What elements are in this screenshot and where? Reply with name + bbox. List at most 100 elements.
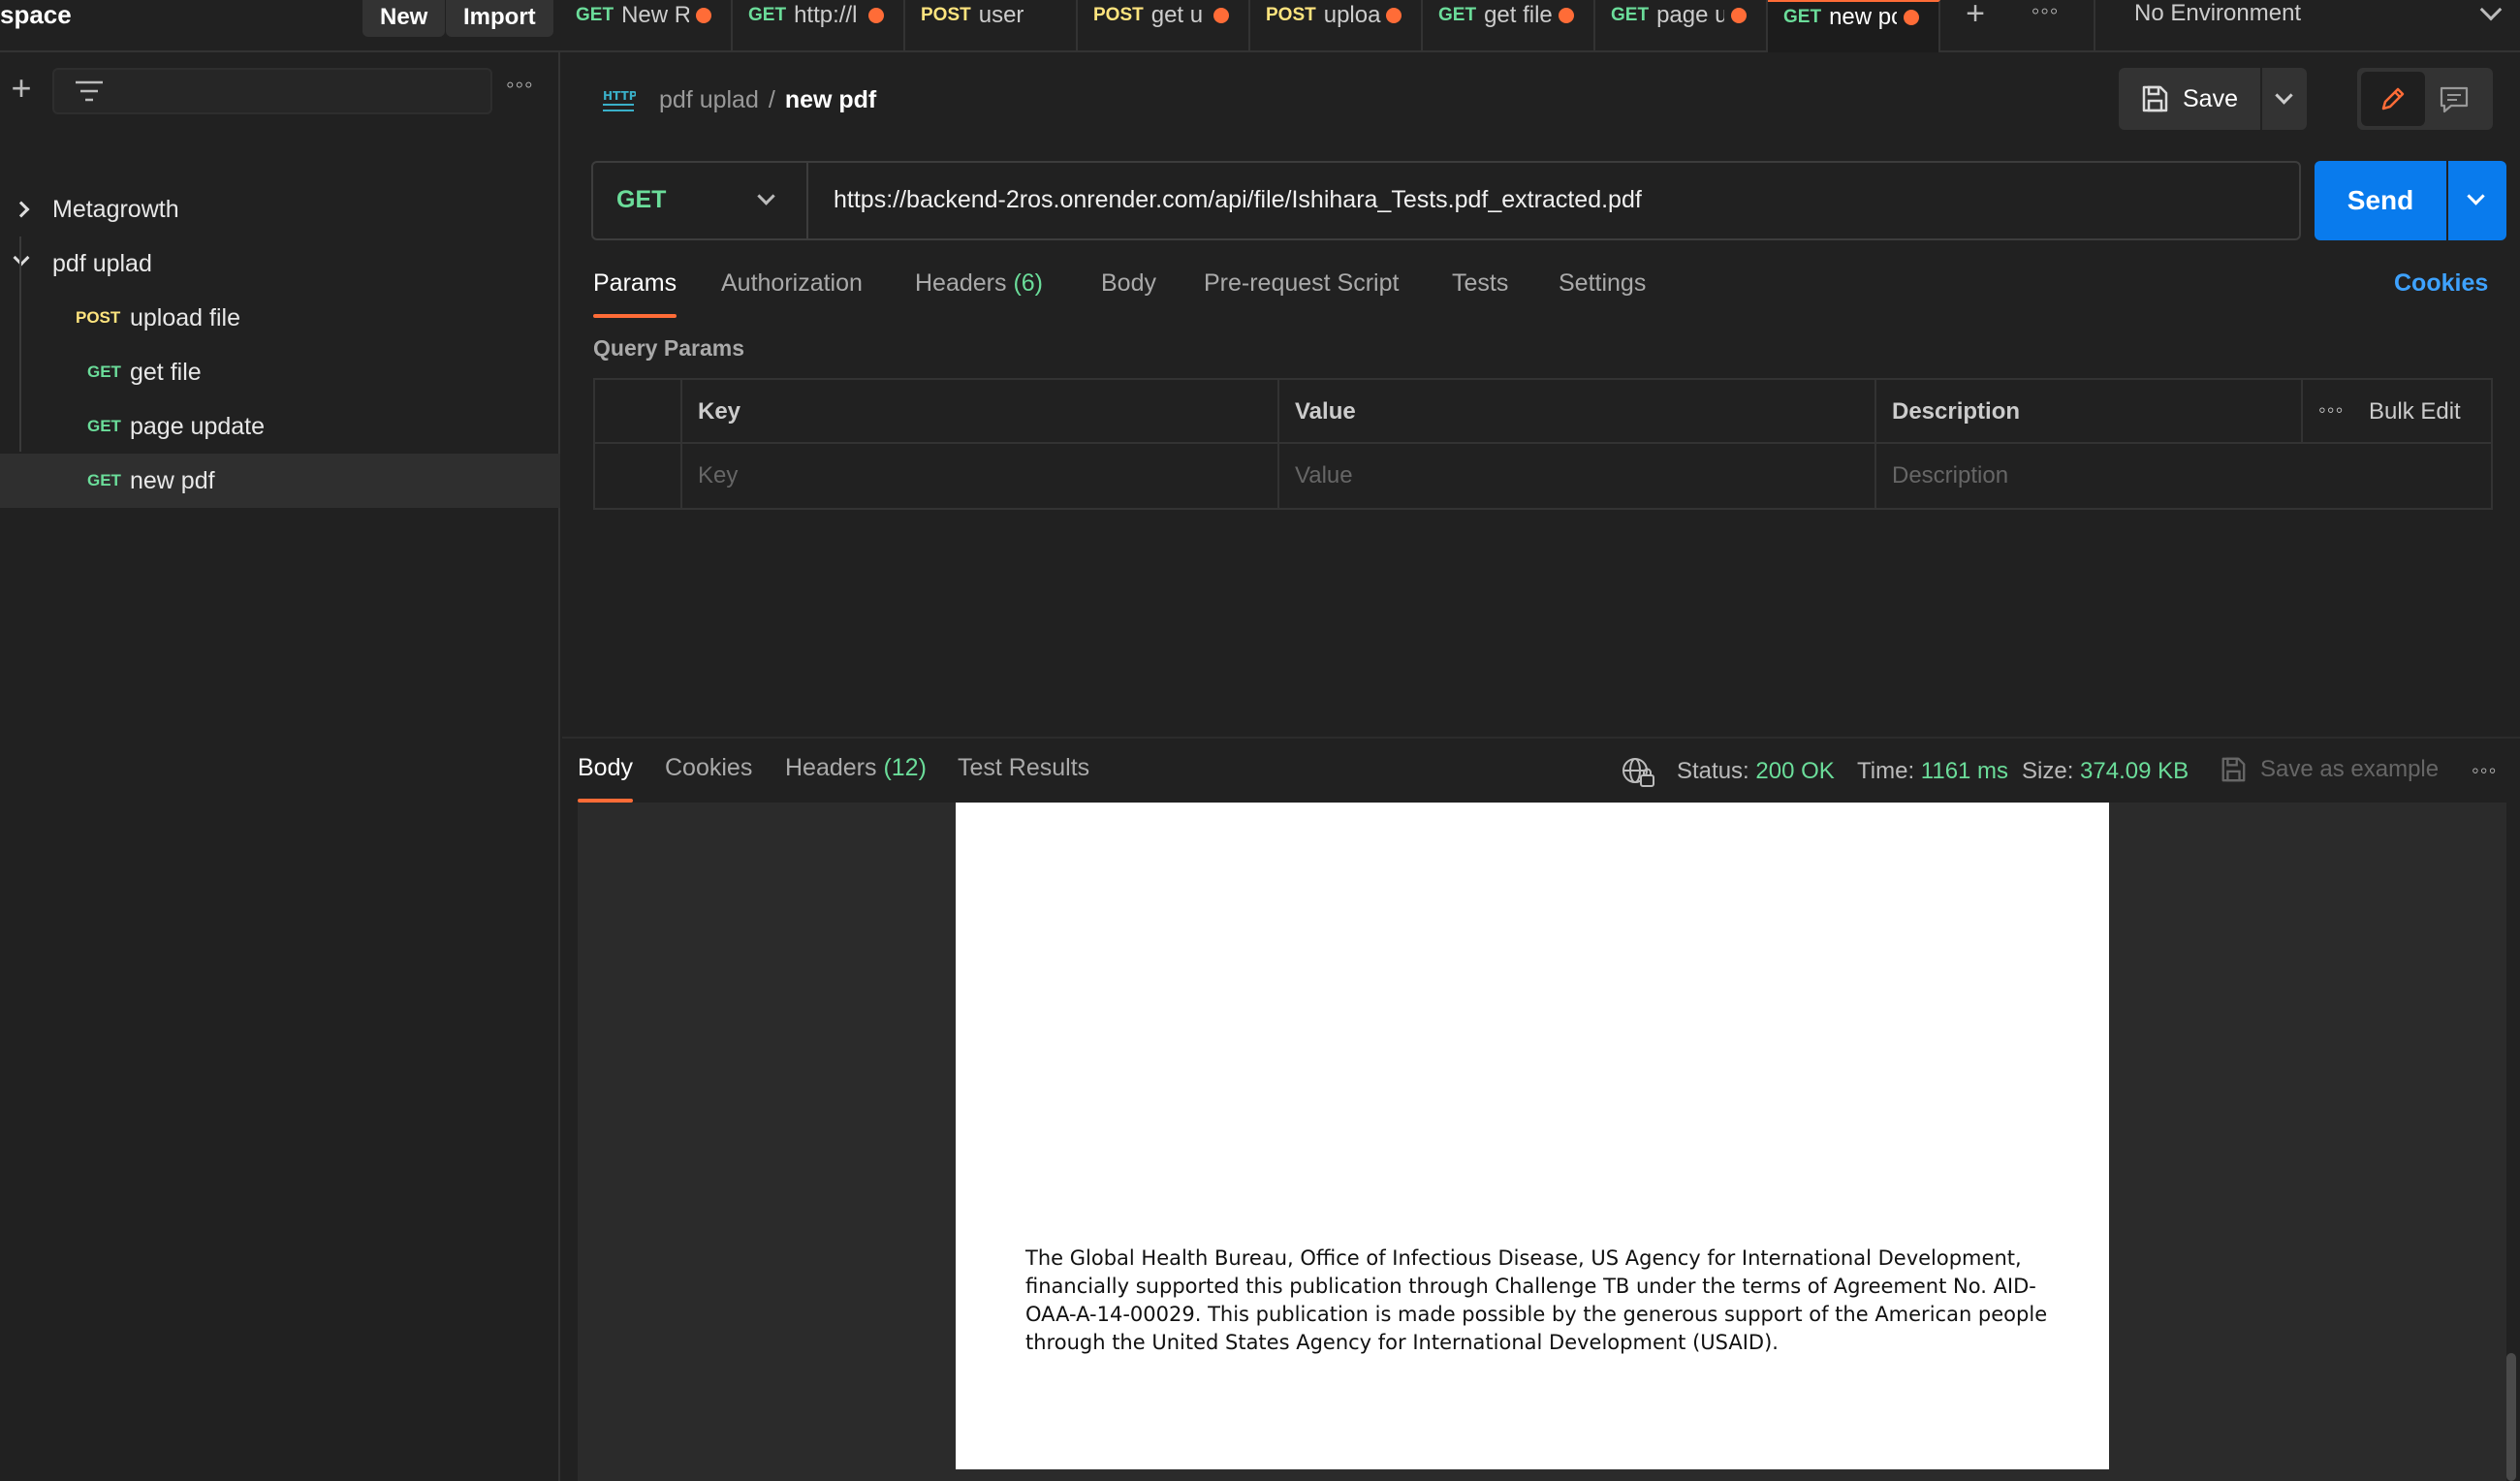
response-more-icon[interactable]: ◦◦◦	[2472, 758, 2497, 783]
value-input[interactable]: Value	[1279, 444, 1876, 508]
chevron-down-icon	[2467, 187, 2485, 205]
pdf-page: The Global Health Bureau, Office of Infe…	[956, 803, 2109, 1469]
tab-request[interactable]: POST uploa	[1250, 0, 1423, 52]
tab-response-cookies[interactable]: Cookies	[665, 754, 752, 803]
tab-body[interactable]: Body	[1101, 269, 1156, 318]
breadcrumb: pdf uplad / new pdf	[659, 83, 876, 116]
breadcrumb-collection[interactable]: pdf uplad	[659, 86, 759, 113]
pencil-icon	[2381, 87, 2405, 110]
add-collection-plus-icon[interactable]: +	[4, 71, 39, 107]
breadcrumb-request-name[interactable]: new pdf	[785, 86, 876, 113]
table-header-row: Key Value Description ◦◦◦ Bulk Edit	[595, 380, 2491, 444]
tab-request[interactable]: GET page u	[1595, 0, 1768, 52]
environment-selector[interactable]: No Environment	[2094, 0, 2520, 52]
response-headers-count: (12)	[883, 754, 927, 781]
chevron-down-icon	[2275, 86, 2293, 105]
request-method: GET	[87, 362, 121, 381]
chevron-down-icon	[757, 187, 775, 205]
globe-lock-icon[interactable]	[1621, 756, 1655, 789]
sidebar-item-upload-file[interactable]: POST upload file	[0, 291, 560, 345]
unsaved-dot-icon	[868, 8, 884, 23]
save-icon	[2221, 757, 2246, 782]
tab-request[interactable]: POST user	[905, 0, 1078, 52]
tab-settings[interactable]: Settings	[1559, 269, 1646, 318]
status-value: 200 OK	[1755, 758, 1835, 784]
tab-method: POST	[921, 5, 971, 25]
new-button[interactable]: New	[362, 0, 446, 37]
method-select[interactable]: GET	[593, 163, 808, 238]
query-params-table: Key Value Description ◦◦◦ Bulk Edit Key …	[593, 378, 2493, 510]
tab-name: http://l	[794, 2, 858, 28]
tab-params[interactable]: Params	[593, 269, 677, 318]
tab-name: user	[978, 2, 1024, 28]
scrollbar-thumb[interactable]	[2506, 1353, 2516, 1481]
status-label: Status:	[1677, 758, 1749, 784]
send-dropdown-button[interactable]	[2448, 161, 2506, 240]
request-tabs: GET New R GET http://l POST user POST get u …	[560, 0, 1940, 52]
tab-request-active[interactable]: GET new pc	[1768, 0, 1940, 52]
unsaved-dot-icon	[1213, 8, 1229, 23]
table-more-icon[interactable]: ◦◦◦	[2318, 380, 2344, 440]
response-status: Status: 200 OK	[1677, 758, 1835, 785]
column-header-key: Key	[682, 380, 1279, 444]
tab-name: get file	[1484, 2, 1553, 28]
size-value: 374.09 KB	[2080, 758, 2189, 784]
table-row: Key Value Description	[595, 444, 2491, 508]
sidebar-item-get-file[interactable]: GET get file	[0, 345, 560, 399]
svg-text:HTTP: HTTP	[603, 89, 636, 103]
tabs-more-icon[interactable]: ◦◦◦	[2026, 0, 2064, 31]
column-header-description: Description	[1876, 380, 2303, 444]
time-value: 1161 ms	[1920, 758, 2009, 784]
pane-divider[interactable]	[562, 737, 2520, 739]
collection-metagrowth[interactable]: Metagrowth	[0, 182, 560, 236]
sidebar-more-icon[interactable]: ◦◦◦	[506, 72, 534, 99]
tab-headers[interactable]: Headers (6)	[915, 269, 1043, 318]
unsaved-dot-icon	[1559, 8, 1574, 23]
row-checkbox-cell	[595, 444, 682, 508]
collection-pdf-uplad[interactable]: pdf uplad	[0, 236, 560, 291]
import-button[interactable]: Import	[446, 0, 553, 37]
tab-authorization[interactable]: Authorization	[721, 269, 863, 318]
url-input[interactable]: https://backend-2ros.onrender.com/api/fi…	[834, 186, 1642, 214]
tab-name: uploa	[1323, 2, 1381, 28]
chevron-down-icon	[2479, 0, 2503, 21]
chevron-right-icon	[13, 201, 30, 218]
save-dropdown-button[interactable]	[2262, 68, 2307, 130]
sidebar-item-new-pdf[interactable]: GET new pdf	[0, 454, 560, 508]
workspace-title: space	[0, 0, 72, 29]
send-button[interactable]: Send	[2315, 161, 2446, 240]
comment-icon[interactable]	[2439, 85, 2470, 114]
chevron-down-icon	[13, 249, 30, 267]
save-label: Save	[2183, 84, 2238, 112]
tab-method: GET	[1611, 5, 1650, 25]
save-as-example-button[interactable]: Save as example	[2220, 756, 2439, 783]
tab-response-headers[interactable]: Headers (12)	[785, 754, 927, 803]
tab-test-results[interactable]: Test Results	[958, 754, 1089, 803]
sidebar: + ◦◦◦ Metagrowth pdf uplad POST upload f…	[0, 52, 560, 1481]
tab-method: GET	[1783, 7, 1822, 27]
bulk-edit-button[interactable]: Bulk Edit	[2369, 380, 2461, 444]
tab-response-body[interactable]: Body	[578, 754, 633, 803]
description-input[interactable]: Description	[1876, 444, 2491, 508]
tab-request[interactable]: GET get file	[1423, 0, 1595, 52]
tab-method: POST	[1266, 5, 1316, 25]
tab-name: New R	[621, 2, 690, 28]
tab-tests[interactable]: Tests	[1452, 269, 1508, 318]
sidebar-item-page-update[interactable]: GET page update	[0, 399, 560, 454]
tab-method: GET	[748, 5, 787, 25]
tab-request[interactable]: GET http://l	[733, 0, 905, 52]
sidebar-filter-input[interactable]	[52, 68, 492, 114]
new-tab-plus-icon[interactable]: +	[1948, 0, 2002, 31]
edit-mode-button[interactable]	[2361, 72, 2425, 126]
key-input[interactable]: Key	[682, 444, 1279, 508]
unsaved-dot-icon	[1731, 8, 1747, 23]
save-button[interactable]: Save	[2119, 68, 2260, 130]
tab-request[interactable]: GET New R	[560, 0, 733, 52]
request-label: get file	[130, 358, 202, 386]
save-as-example-label: Save as example	[2260, 756, 2440, 782]
tab-request[interactable]: POST get u	[1078, 0, 1250, 52]
request-label: upload file	[130, 303, 240, 331]
cookies-link[interactable]: Cookies	[2394, 269, 2488, 298]
pdf-paragraph: The Global Health Bureau, Office of Infe…	[1025, 1246, 2048, 1354]
tab-prerequest-script[interactable]: Pre-request Script	[1204, 269, 1399, 318]
